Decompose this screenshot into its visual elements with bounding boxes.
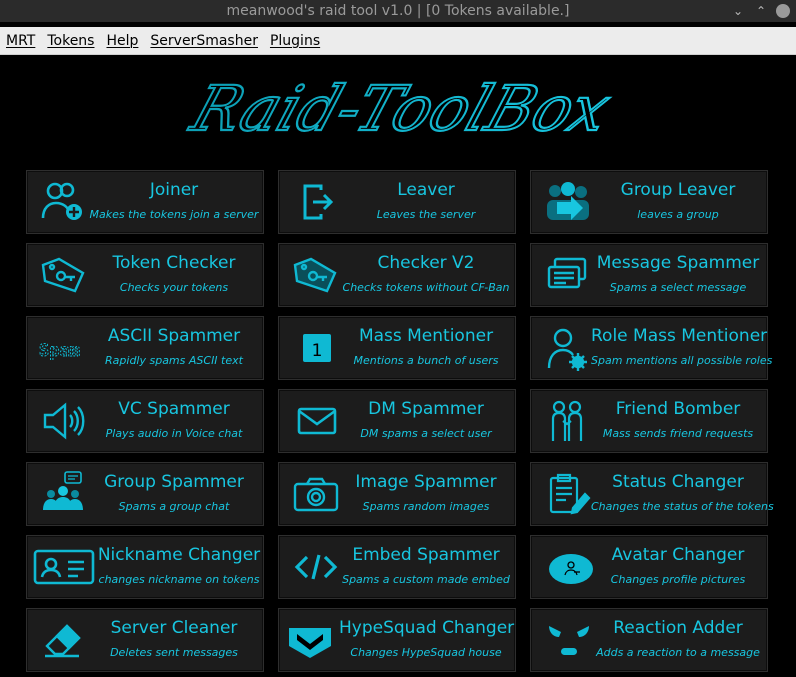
menu-tokens[interactable]: Tokens xyxy=(47,33,94,49)
tile-title: Leaver xyxy=(397,180,455,200)
window-titlebar: meanwood's raid tool v1.0 | [0 Tokens av… xyxy=(0,0,796,22)
svg-text:Spam: Spam xyxy=(39,341,80,361)
menu-serversmasher[interactable]: ServerSmasher xyxy=(150,33,258,49)
avatar-icon xyxy=(543,543,593,591)
tile-subtitle: Plays audio in Voice chat xyxy=(105,427,243,440)
tile-subtitle: DM spams a select user xyxy=(360,427,492,440)
leaver-button[interactable]: Leaver Leaves the server xyxy=(278,170,516,234)
tile-subtitle: changes nickname on tokens xyxy=(98,573,260,586)
tile-title: Image Spammer xyxy=(355,472,497,492)
nickname-changer-button[interactable]: Nickname Changer changes nickname on tok… xyxy=(26,535,264,599)
user-settings-icon xyxy=(543,324,593,372)
key-tag-icon xyxy=(39,251,89,299)
group-spammer-button[interactable]: Group Spammer Spams a group chat xyxy=(26,462,264,526)
hypesquad-changer-button[interactable]: HypeSquad Changer Changes HypeSquad hous… xyxy=(278,608,516,672)
tile-title: Friend Bomber xyxy=(615,399,741,419)
avatar-changer-button[interactable]: Avatar Changer Changes profile pictures xyxy=(530,535,768,599)
group-leave-icon xyxy=(543,178,593,226)
tile-subtitle: Spams a select message xyxy=(609,281,747,294)
code-icon xyxy=(291,543,341,591)
tile-subtitle: Changes the status of the tokens xyxy=(591,500,774,513)
tile-subtitle: Checks tokens without CF-Ban xyxy=(342,281,510,294)
tile-subtitle: Mass sends friend requests xyxy=(602,427,754,440)
mass-mentioner-button[interactable]: 1 Mass Mentioner Mentions a bunch of use… xyxy=(278,316,516,380)
tile-title: Checker V2 xyxy=(377,253,475,273)
window-title: meanwood's raid tool v1.0 | [0 Tokens av… xyxy=(226,3,570,19)
svg-text:1: 1 xyxy=(312,341,323,361)
ascii-spammer-button[interactable]: Spam ASCII Spammer Rapidly spams ASCII t… xyxy=(26,316,264,380)
tile-title: Group Leaver xyxy=(620,180,736,200)
menu-help[interactable]: Help xyxy=(106,33,138,49)
envelope-icon xyxy=(291,397,341,445)
tile-subtitle: Checks your tokens xyxy=(119,281,229,294)
id-card-icon xyxy=(32,543,96,591)
joiner-button[interactable]: Joiner Makes the tokens join a server xyxy=(26,170,264,234)
tile-title: Group Spammer xyxy=(104,472,244,492)
minimize-icon[interactable]: ⌄ xyxy=(730,3,746,19)
status-changer-button[interactable]: Status Changer Changes the status of the… xyxy=(530,462,774,526)
tile-title: Avatar Changer xyxy=(611,545,745,565)
tile-title: Status Changer xyxy=(612,472,744,492)
tile-subtitle: Deletes sent messages xyxy=(110,646,238,659)
friends-icon xyxy=(543,397,593,445)
tile-subtitle: Changes profile pictures xyxy=(610,573,746,586)
menu-plugins[interactable]: Plugins xyxy=(270,33,320,49)
tile-title: ASCII Spammer xyxy=(107,326,241,346)
tile-title: HypeSquad Changer xyxy=(339,618,515,638)
tile-title: Message Spammer xyxy=(596,253,760,273)
tile-subtitle: Spams a group chat xyxy=(118,500,230,513)
angry-face-icon xyxy=(543,616,593,664)
tile-title: Server Cleaner xyxy=(110,618,238,638)
messages-icon xyxy=(543,251,593,299)
tile-title: Mass Mentioner xyxy=(358,326,494,346)
friend-bomber-button[interactable]: Friend Bomber Mass sends friend requests xyxy=(530,389,768,453)
menu-mrt[interactable]: MRT xyxy=(6,33,35,49)
clipboard-edit-icon xyxy=(543,470,593,518)
message-spammer-button[interactable]: Message Spammer Spams a select message xyxy=(530,243,768,307)
tile-subtitle: Spam mentions all possible roles xyxy=(591,354,773,367)
tile-title: Joiner xyxy=(149,180,199,200)
tile-subtitle: Adds a reaction to a message xyxy=(596,646,760,659)
tile-subtitle: Changes HypeSquad house xyxy=(350,646,502,659)
tile-subtitle: Leaves the server xyxy=(376,208,476,221)
speaker-icon xyxy=(39,397,89,445)
spam-text-icon: Spam xyxy=(39,324,89,372)
tile-title: Embed Spammer xyxy=(352,545,500,565)
role-mass-mentioner-button[interactable]: Role Mass Mentioner Spam mentions all po… xyxy=(530,316,773,380)
tile-title: Role Mass Mentioner xyxy=(591,326,768,346)
server-cleaner-button[interactable]: Server Cleaner Deletes sent messages xyxy=(26,608,264,672)
vc-spammer-button[interactable]: VC Spammer Plays audio in Voice chat xyxy=(26,389,264,453)
dm-spammer-button[interactable]: DM Spammer DM spams a select user xyxy=(278,389,516,453)
tile-subtitle: leaves a group xyxy=(637,208,719,221)
embed-spammer-button[interactable]: Embed Spammer Spams a custom made embed xyxy=(278,535,516,599)
tile-title: Token Checker xyxy=(112,253,236,273)
maximize-icon[interactable]: ⌃ xyxy=(753,3,769,19)
exit-icon xyxy=(291,178,341,226)
reaction-adder-button[interactable]: Reaction Adder Adds a reaction to a mess… xyxy=(530,608,768,672)
tile-subtitle: Spams a custom made embed xyxy=(342,573,510,586)
checker-v2-button[interactable]: Checker V2 Checks tokens without CF-Ban xyxy=(278,243,516,307)
tile-subtitle: Rapidly spams ASCII text xyxy=(105,354,243,367)
tile-subtitle: Mentions a bunch of users xyxy=(353,354,499,367)
app-logo: Raid-ToolBox xyxy=(181,72,620,146)
logo-text: Raid-ToolBox xyxy=(182,73,619,145)
number-badge-icon: 1 xyxy=(291,324,341,372)
image-spammer-button[interactable]: Image Spammer Spams random images xyxy=(278,462,516,526)
user-add-icon xyxy=(39,178,89,226)
tile-title: VC Spammer xyxy=(118,399,230,419)
group-chat-icon xyxy=(39,470,89,518)
tile-title: Reaction Adder xyxy=(613,618,743,638)
eraser-icon xyxy=(39,616,89,664)
camera-icon xyxy=(291,470,341,518)
tile-subtitle: Makes the tokens join a server xyxy=(89,208,259,221)
hypesquad-icon xyxy=(285,616,335,664)
group-leaver-button[interactable]: Group Leaver leaves a group xyxy=(530,170,768,234)
tile-subtitle: Spams random images xyxy=(362,500,490,513)
token-checker-button[interactable]: Token Checker Checks your tokens xyxy=(26,243,264,307)
close-icon[interactable] xyxy=(776,4,790,18)
tile-title: DM Spammer xyxy=(368,399,484,419)
menu-bar: MRT Tokens Help ServerSmasher Plugins xyxy=(0,27,796,55)
key-tag-icon xyxy=(291,251,341,299)
tile-title: Nickname Changer xyxy=(97,545,261,565)
